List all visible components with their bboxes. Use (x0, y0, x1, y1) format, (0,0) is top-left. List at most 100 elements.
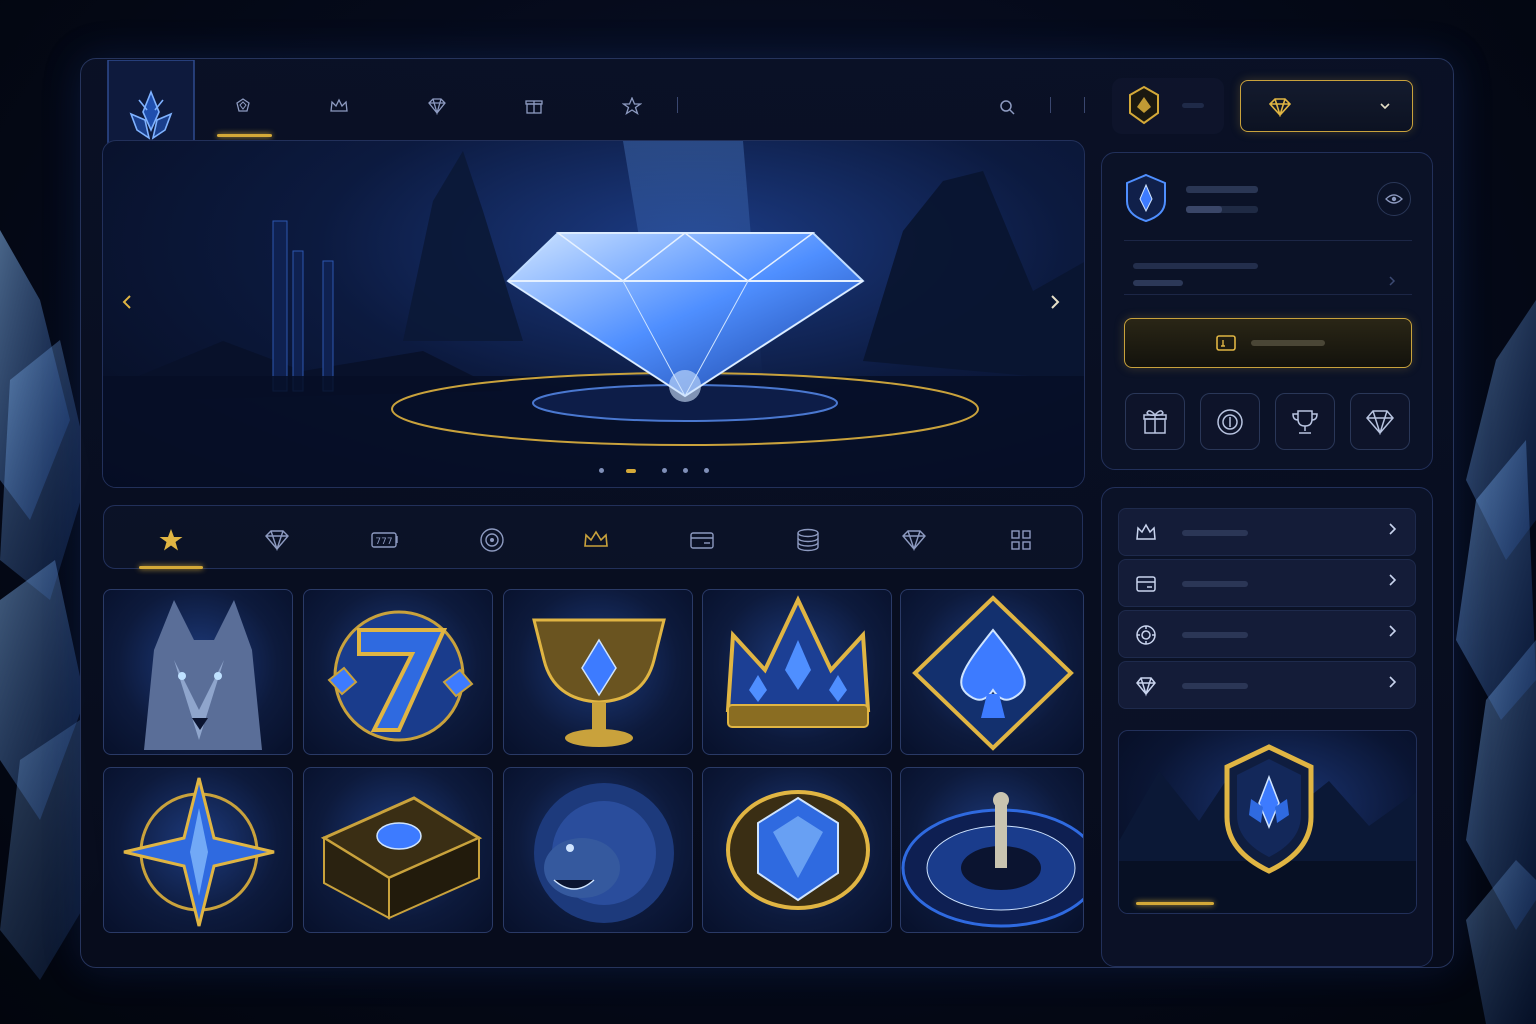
diamond-icon (428, 98, 446, 115)
card-icon (690, 532, 714, 549)
header-divider (1084, 97, 1085, 113)
hero-prev-button[interactable] (112, 287, 142, 317)
target-icon (480, 528, 504, 552)
hero-dot[interactable] (662, 468, 667, 473)
slot-777-icon: 777 (371, 532, 398, 548)
currency-selector[interactable] (1240, 80, 1413, 132)
search-button[interactable] (990, 90, 1024, 124)
game-tile-roulette[interactable] (900, 767, 1084, 933)
game-tile-lucky-seven[interactable] (303, 589, 493, 755)
lucky-seven-artwork (327, 610, 474, 742)
chips-stack-icon (797, 528, 819, 552)
lion-artwork (534, 783, 674, 923)
chevron-right-icon[interactable] (1388, 275, 1396, 287)
toggle-balance-button[interactable] (1377, 182, 1411, 216)
diamond-icon (1268, 98, 1292, 117)
menu-item-rewards[interactable] (1118, 661, 1416, 709)
crown-icon (584, 530, 608, 547)
tab-roulette[interactable] (472, 520, 512, 560)
crown-icon (1136, 523, 1156, 540)
tab-all-games[interactable] (1001, 520, 1041, 560)
username-placeholder (1186, 186, 1258, 193)
nav-item-favorites[interactable] (604, 86, 660, 126)
game-tile-sapphire-amulet[interactable] (702, 767, 892, 933)
search-icon (1000, 100, 1015, 115)
chevron-right-icon (1389, 574, 1397, 586)
menu-item-cashier[interactable] (1118, 559, 1416, 607)
quick-action-gifts[interactable] (1125, 393, 1185, 450)
menu-label-placeholder (1182, 632, 1248, 638)
nav-active-indicator (217, 134, 272, 137)
user-balance-placeholder (1182, 103, 1204, 108)
avatar-badge-icon[interactable] (1124, 85, 1164, 125)
category-active-indicator (139, 566, 203, 569)
game-tile-lion[interactable] (503, 767, 693, 933)
chevron-right-icon (1051, 295, 1060, 309)
diamond-icon (902, 530, 926, 551)
nav-item-jackpots[interactable] (409, 86, 465, 126)
header-divider (1050, 97, 1051, 113)
menu-item-chips[interactable] (1118, 610, 1416, 658)
tab-jackpot[interactable] (894, 520, 934, 560)
compass-star-artwork (123, 777, 275, 927)
game-tile-golden-chalice[interactable] (503, 589, 693, 755)
chevron-right-icon (1389, 625, 1397, 637)
chip-icon (1136, 625, 1156, 645)
star-icon (622, 97, 642, 115)
game-tile-treasure-chest[interactable] (303, 767, 493, 933)
tab-featured[interactable] (151, 520, 191, 560)
menu-label-placeholder (1182, 683, 1248, 689)
roulette-artwork (901, 792, 1083, 928)
wallet-icon (1136, 576, 1156, 592)
gift-icon (1143, 409, 1167, 434)
game-tile-ace-of-spades[interactable] (900, 589, 1084, 755)
star-icon (159, 529, 183, 551)
tab-wallet[interactable] (682, 520, 722, 560)
quick-action-trophy[interactable] (1275, 393, 1335, 450)
hero-dot[interactable] (704, 468, 709, 473)
promo-progress-indicator (1136, 902, 1214, 905)
hero-artwork (103, 141, 1084, 487)
tab-table[interactable] (788, 520, 828, 560)
eye-icon (1385, 194, 1403, 204)
hero-dot-active[interactable] (626, 469, 636, 473)
nav-divider (677, 97, 678, 113)
quick-action-coins[interactable] (1200, 393, 1260, 450)
nav-item-promotions[interactable] (506, 86, 562, 126)
wolf-artwork (144, 600, 262, 750)
quick-action-gems[interactable] (1350, 393, 1410, 450)
hero-dot[interactable] (599, 468, 604, 473)
hero-banner[interactable] (102, 140, 1085, 488)
trophy-icon (1292, 409, 1318, 434)
tab-slots[interactable]: 777 (365, 520, 405, 560)
promo-banner[interactable] (1118, 730, 1417, 914)
nav-item-casino[interactable] (215, 86, 271, 126)
chevron-right-icon (1389, 523, 1397, 535)
diamond-icon (265, 530, 289, 551)
spade-artwork (912, 595, 1074, 751)
grid-icon (1011, 530, 1031, 550)
level-progress-fill (1186, 206, 1222, 213)
balance-value-placeholder (1133, 280, 1183, 286)
nav-item-vip[interactable] (311, 86, 367, 126)
menu-label-placeholder (1182, 530, 1248, 536)
diamond-icon (1366, 409, 1394, 435)
menu-label-placeholder (1182, 581, 1248, 587)
coin-icon (1217, 408, 1243, 435)
hero-pagination (595, 466, 715, 476)
tab-diamond[interactable] (257, 520, 297, 560)
crown-icon (330, 98, 348, 112)
hero-next-button[interactable] (1040, 287, 1070, 317)
diamond-icon (1136, 677, 1156, 697)
wallet-divider (1124, 240, 1412, 241)
game-tile-crystal-crown[interactable] (702, 589, 892, 755)
game-tile-wolf[interactable] (103, 589, 293, 755)
gift-icon (525, 100, 543, 114)
menu-item-vip-club[interactable] (1118, 508, 1416, 556)
hero-dot[interactable] (683, 468, 688, 473)
tab-vip[interactable] (576, 520, 616, 560)
promo-artwork (1119, 744, 1416, 913)
wallet-divider (1124, 294, 1412, 295)
game-tile-compass-star[interactable] (103, 767, 293, 933)
chevron-right-icon (1389, 676, 1397, 688)
